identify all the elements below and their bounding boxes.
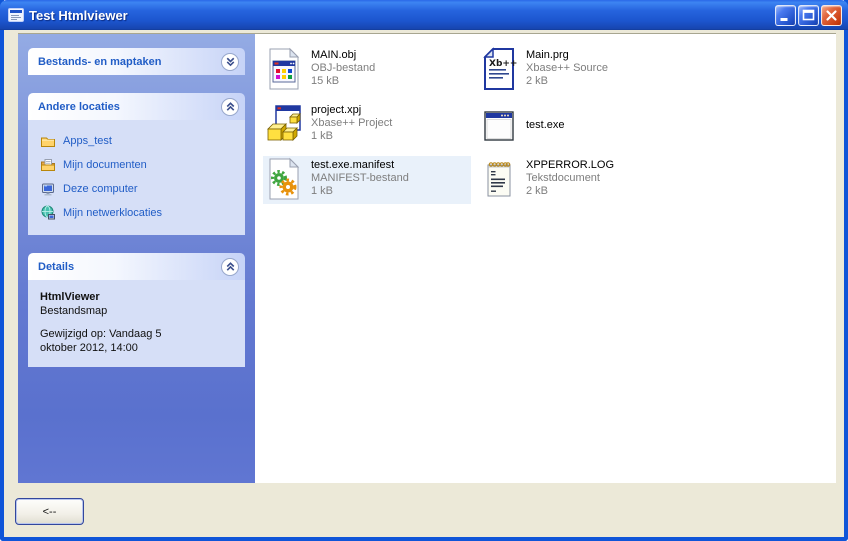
sidebar-item-network-places[interactable]: Mijn netwerklocaties <box>40 201 239 225</box>
file-info: XPPERROR.LOG Tekstdocument 2 kB <box>526 157 614 198</box>
svg-text:Xb++: Xb++ <box>489 59 517 69</box>
network-places-icon <box>40 205 56 221</box>
file-type: OBJ-bestand <box>311 62 375 75</box>
file-tile-test-exe-manifest[interactable]: test.exe.manifest MANIFEST-bestand 1 kB <box>263 156 471 204</box>
file-info: project.xpj Xbase++ Project 1 kB <box>311 102 392 143</box>
panel-other-places: Andere locaties <box>28 93 245 235</box>
xbase-source-file-icon: Xb++ <box>481 47 517 91</box>
file-tile-main-prg[interactable]: Xb++ Main.prg Xbase++ Source 2 kB <box>478 46 686 94</box>
text-log-file-icon <box>481 157 517 201</box>
panel-title: Bestands- en maptaken <box>38 56 161 68</box>
file-name: XPPERROR.LOG <box>526 159 614 172</box>
file-type: Tekstdocument <box>526 172 614 185</box>
maximize-icon <box>800 7 817 24</box>
panel-header-other-places[interactable]: Andere locaties <box>28 93 245 120</box>
file-tile-test-exe[interactable]: test.exe <box>478 101 686 149</box>
sidebar-item-label: Apps_test <box>63 135 112 147</box>
minimize-button[interactable] <box>775 5 796 26</box>
minimize-icon <box>777 7 794 24</box>
sidebar-item-my-documents[interactable]: Mijn documenten <box>40 153 239 177</box>
file-name: test.exe <box>526 119 565 132</box>
close-icon <box>823 7 840 24</box>
other-places-list: Apps_test Mijn documenten <box>28 120 245 235</box>
file-info: MAIN.obj OBJ-bestand 15 kB <box>311 47 375 88</box>
file-type: Xbase++ Project <box>311 117 392 130</box>
panel-title: Andere locaties <box>38 101 120 113</box>
file-tile-main-obj[interactable]: MAIN.obj OBJ-bestand 15 kB <box>263 46 471 94</box>
details-folder-type: Bestandsmap <box>40 304 237 318</box>
collapse-panel-button[interactable] <box>221 258 239 276</box>
my-documents-icon <box>40 157 56 173</box>
details-modified-date: Gewijzigd op: Vandaag 5 oktober 2012, 14… <box>40 327 200 355</box>
file-size: 2 kB <box>526 185 614 198</box>
my-computer-icon <box>40 181 56 197</box>
file-size: 15 kB <box>311 75 375 88</box>
details-content: HtmlViewer Bestandsmap Gewijzigd op: Van… <box>28 280 245 367</box>
sidebar-item-label: Mijn documenten <box>63 159 147 171</box>
panel-file-tasks: Bestands- en maptaken <box>28 48 245 75</box>
file-name: project.xpj <box>311 104 392 117</box>
main-area: Bestands- en maptaken Andere locaties <box>18 33 836 483</box>
sidebar-item-my-computer[interactable]: Deze computer <box>40 177 239 201</box>
file-info: test.exe.manifest MANIFEST-bestand 1 kB <box>311 157 409 198</box>
manifest-file-icon <box>266 157 302 201</box>
panel-details: Details HtmlViewer Bestandsmap Gewijzigd… <box>28 253 245 367</box>
file-name: MAIN.obj <box>311 49 375 62</box>
chevron-double-up-icon <box>224 260 237 273</box>
file-info: test.exe <box>526 119 565 132</box>
application-exe-icon <box>481 103 517 147</box>
details-folder-name: HtmlViewer <box>40 290 237 304</box>
xbase-project-file-icon <box>266 102 302 146</box>
window-form-icon <box>8 7 24 23</box>
sidebar-item-apps-test[interactable]: Apps_test <box>40 129 239 153</box>
task-pane: Bestands- en maptaken Andere locaties <box>18 34 255 483</box>
folder-icon <box>40 133 56 149</box>
window-title: Test Htmlviewer <box>29 8 775 23</box>
file-name: test.exe.manifest <box>311 159 409 172</box>
chevron-double-down-icon <box>224 55 237 68</box>
title-bar[interactable]: Test Htmlviewer <box>0 0 848 30</box>
file-type: MANIFEST-bestand <box>311 172 409 185</box>
file-type: Xbase++ Source <box>526 62 608 75</box>
file-size: 1 kB <box>311 130 392 143</box>
sidebar-item-label: Deze computer <box>63 183 138 195</box>
file-list: MAIN.obj OBJ-bestand 15 kB Xb++ <box>255 34 836 483</box>
obj-file-icon <box>266 47 302 91</box>
file-info: Main.prg Xbase++ Source 2 kB <box>526 47 608 88</box>
collapse-panel-button[interactable] <box>221 98 239 116</box>
panel-header-file-tasks[interactable]: Bestands- en maptaken <box>28 48 245 75</box>
file-size: 1 kB <box>311 185 409 198</box>
sidebar-item-label: Mijn netwerklocaties <box>63 207 162 219</box>
chevron-double-up-icon <box>224 100 237 113</box>
file-tile-xpperror-log[interactable]: XPPERROR.LOG Tekstdocument 2 kB <box>478 156 686 204</box>
close-button[interactable] <box>821 5 842 26</box>
window-controls <box>775 5 842 26</box>
back-button[interactable]: <-- <box>15 498 84 525</box>
maximize-button[interactable] <box>798 5 819 26</box>
app-window: Test Htmlviewer <box>0 0 848 541</box>
file-name: Main.prg <box>526 49 608 62</box>
panel-title: Details <box>38 261 74 273</box>
file-size: 2 kB <box>526 75 608 88</box>
file-tile-project-xpj[interactable]: project.xpj Xbase++ Project 1 kB <box>263 101 471 149</box>
expand-panel-button[interactable] <box>221 53 239 71</box>
window-body: Bestands- en maptaken Andere locaties <box>4 30 844 537</box>
panel-header-details[interactable]: Details <box>28 253 245 280</box>
